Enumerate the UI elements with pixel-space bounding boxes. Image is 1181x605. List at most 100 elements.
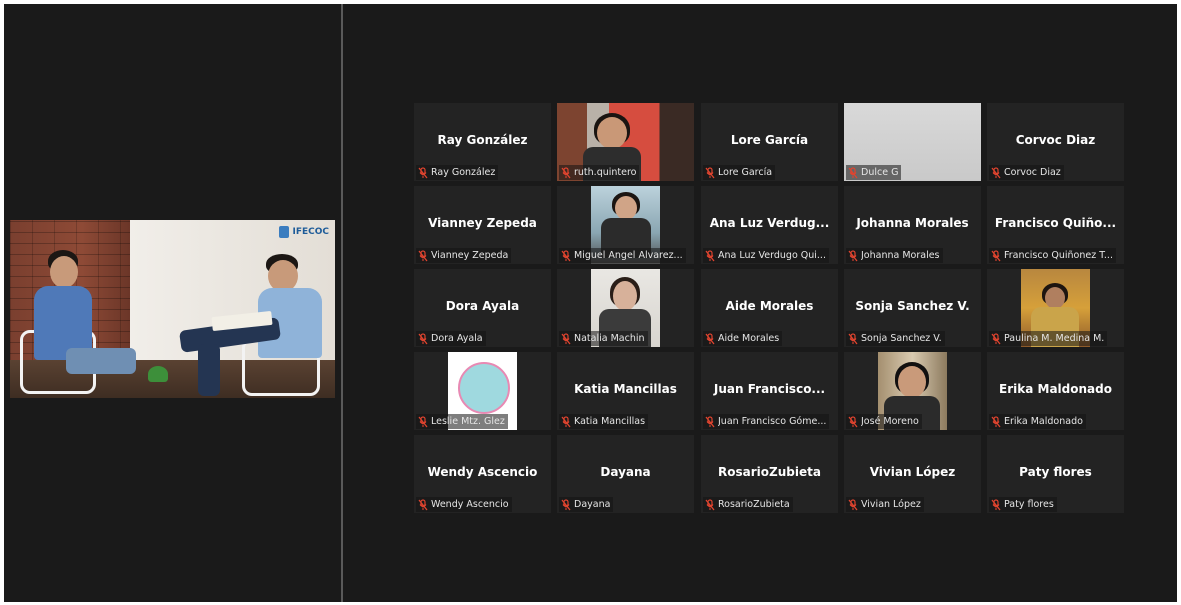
muted-mic-icon (991, 166, 1001, 178)
participant-tile[interactable]: Vianney Zepeda Vianney Zepeda (414, 186, 551, 264)
participant-display-name: Ray González (437, 133, 528, 147)
participant-tile[interactable]: José Moreno (844, 352, 981, 430)
participant-tile[interactable]: Aide Morales Aide Morales (701, 269, 838, 347)
muted-mic-icon (705, 498, 715, 510)
participant-name-label: Leslie Mtz. Glez (431, 416, 505, 427)
participant-tile[interactable]: Juan Francisco... Juan Francisco Góme... (701, 352, 838, 430)
muted-mic-icon (418, 498, 428, 510)
participant-name-label: Erika Maldonado (1004, 416, 1083, 427)
participant-name-tag: Natalia Machin (559, 331, 648, 346)
muted-mic-icon (705, 166, 715, 178)
participant-tile[interactable]: Sonja Sanchez V. Sonja Sanchez V. (844, 269, 981, 347)
participant-name-label: Aide Morales (718, 333, 780, 344)
participant-tile[interactable]: RosarioZubieta RosarioZubieta (701, 435, 838, 513)
participant-tile[interactable]: Dora Ayala Dora Ayala (414, 269, 551, 347)
participant-tile[interactable]: Francisco Quiño... Francisco Quiñonez T..… (987, 186, 1124, 264)
participant-tile[interactable]: Wendy Ascencio Wendy Ascencio (414, 435, 551, 513)
participant-name-label: RosarioZubieta (718, 499, 790, 510)
participant-display-name: Dayana (600, 465, 651, 479)
participant-name-tag: Francisco Quiñonez T... (989, 248, 1116, 263)
participant-tile[interactable]: Miguel Angel Alvarez... (557, 186, 694, 264)
leslie-logo-icon (458, 362, 510, 414)
participant-display-name: Sonja Sanchez V. (855, 299, 970, 313)
participant-tile[interactable]: Dayana Dayana (557, 435, 694, 513)
muted-mic-icon (418, 249, 428, 261)
participant-tile[interactable]: Vivian López Vivian López (844, 435, 981, 513)
participant-tile[interactable]: Ana Luz Verdug... Ana Luz Verdugo Qui... (701, 186, 838, 264)
muted-mic-icon (418, 332, 428, 344)
participant-name-tag: Aide Morales (703, 331, 783, 346)
muted-mic-icon (561, 249, 571, 261)
participant-name-label: Corvoc Diaz (1004, 167, 1061, 178)
participant-tile[interactable]: Corvoc Diaz Corvoc Diaz (987, 103, 1124, 181)
muted-mic-icon (705, 332, 715, 344)
muted-mic-icon (561, 166, 571, 178)
participant-tile[interactable]: Dulce G (844, 103, 981, 181)
participant-name-tag: Ray González (416, 165, 499, 180)
participant-name-label: Juan Francisco Góme... (718, 416, 827, 427)
participant-name-tag: Dora Ayala (416, 331, 486, 346)
participant-name-label: Ana Luz Verdugo Qui... (718, 250, 826, 261)
participant-name-tag: Leslie Mtz. Glez (416, 414, 508, 429)
participant-name-label: Vianney Zepeda (431, 250, 509, 261)
participant-name-tag: Katia Mancillas (559, 414, 649, 429)
participant-name-tag: Wendy Ascencio (416, 497, 512, 512)
muted-mic-icon (991, 498, 1001, 510)
participant-name-tag: Paulina M. Medina M. (989, 331, 1108, 346)
muted-mic-icon (991, 415, 1001, 427)
shared-video-pane: IFECOC (4, 4, 339, 602)
participant-tile[interactable]: Katia Mancillas Katia Mancillas (557, 352, 694, 430)
participant-display-name: Dora Ayala (445, 299, 520, 313)
muted-mic-icon (705, 249, 715, 261)
participant-tile[interactable]: Paty flores Paty flores (987, 435, 1124, 513)
participant-name-tag: Erika Maldonado (989, 414, 1086, 429)
muted-mic-icon (561, 498, 571, 510)
participant-display-name: Juan Francisco... (713, 382, 826, 396)
participant-name-label: Sonja Sanchez V. (861, 333, 942, 344)
participant-name-label: Paulina M. Medina M. (1004, 333, 1105, 344)
participant-tile[interactable]: Ray González Ray González (414, 103, 551, 181)
muted-mic-icon (418, 415, 428, 427)
participant-name-label: Wendy Ascencio (431, 499, 509, 510)
logo-text: IFECOC (292, 227, 329, 237)
shared-video[interactable]: IFECOC (10, 220, 335, 398)
participant-tile[interactable]: Lore García Lore García (701, 103, 838, 181)
participant-display-name: Corvoc Diaz (1015, 133, 1096, 147)
participant-name-tag: Vivian López (846, 497, 924, 512)
muted-mic-icon (848, 249, 858, 261)
participant-name-label: ruth.quintero (574, 167, 637, 178)
participant-name-tag: Vianney Zepeda (416, 248, 512, 263)
muted-mic-icon (848, 498, 858, 510)
participant-tile[interactable]: Paulina M. Medina M. (987, 269, 1124, 347)
participant-name-label: Dora Ayala (431, 333, 483, 344)
participant-name-tag: Dulce G (846, 165, 902, 180)
participant-name-tag: Paty flores (989, 497, 1057, 512)
participant-display-name: Lore García (730, 133, 809, 147)
participant-name-label: Vivian López (861, 499, 921, 510)
pane-divider[interactable] (341, 4, 343, 602)
participant-display-name: Vianney Zepeda (428, 216, 537, 230)
participant-tile[interactable]: Johanna Morales Johanna Morales (844, 186, 981, 264)
participant-tile[interactable]: Erika Maldonado Erika Maldonado (987, 352, 1124, 430)
meeting-window: IFECOC Ray González Ray González ruth.qu… (4, 4, 1177, 602)
participant-name-tag: RosarioZubieta (703, 497, 793, 512)
muted-mic-icon (848, 415, 858, 427)
participant-display-name: Wendy Ascencio (427, 465, 538, 479)
participant-name-label: Miguel Angel Alvarez... (574, 250, 683, 261)
participant-tile[interactable]: Leslie Mtz. Glez (414, 352, 551, 430)
participant-name-tag: Lore García (703, 165, 776, 180)
participant-name-tag: José Moreno (846, 414, 922, 429)
participant-name-label: Dayana (574, 499, 611, 510)
muted-mic-icon (561, 332, 571, 344)
participant-display-name: Johanna Morales (856, 216, 969, 230)
participant-tile[interactable]: Natalia Machin (557, 269, 694, 347)
muted-mic-icon (418, 166, 428, 178)
participant-name-label: Lore García (718, 167, 773, 178)
participant-name-tag: Corvoc Diaz (989, 165, 1064, 180)
participant-name-label: Paty flores (1004, 499, 1054, 510)
participant-name-tag: Miguel Angel Alvarez... (559, 248, 686, 263)
participant-display-name: Ana Luz Verdug... (709, 216, 830, 230)
participant-tile[interactable]: ruth.quintero (557, 103, 694, 181)
participant-display-name: Vivian López (869, 465, 956, 479)
participant-display-name: Katia Mancillas (574, 382, 677, 396)
